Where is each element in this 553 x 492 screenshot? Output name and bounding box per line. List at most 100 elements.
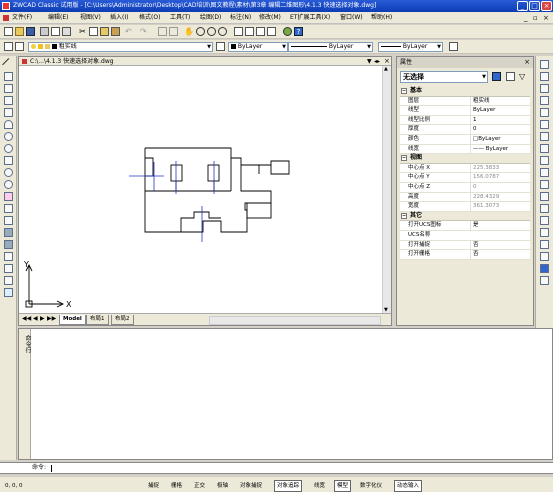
tool-palette-icon[interactable] [256,27,265,36]
property-row[interactable]: 厚度 0 [400,125,530,135]
tab-layout1[interactable]: 布局1 [86,315,109,325]
property-value[interactable]: 1 [470,115,533,125]
property-category[interactable]: − 视图 [400,154,530,164]
make-current-layer-icon[interactable] [216,42,225,51]
ellipse-arc-icon[interactable] [4,180,13,189]
polyline-icon[interactable] [4,84,13,93]
print-preview-icon[interactable] [51,27,60,36]
scale-icon[interactable] [540,144,549,153]
command-window-handle[interactable]: 命令行 [19,329,31,459]
status-toggle-button[interactable]: 模型 [334,480,352,492]
menu-edit[interactable]: 编辑(E) [48,13,68,23]
property-value[interactable]: 156.0787 [470,173,533,182]
chamfer-icon[interactable] [540,240,549,249]
menu-window[interactable]: 窗口(W) [340,13,363,23]
menu-modify[interactable]: 修改(M) [259,13,281,23]
document-icon[interactable] [3,15,9,21]
trim-icon[interactable] [540,180,549,189]
property-value[interactable]: 225.3833 [470,163,533,173]
redo-icon[interactable]: ↷ [140,27,149,36]
menu-draw[interactable]: 绘图(D) [200,13,221,23]
property-value[interactable]: 是 [470,221,533,230]
lineweight-dropdown[interactable]: ByLayer ▼ [378,42,443,52]
line-icon[interactable] [2,58,15,71]
property-row[interactable]: 线型比例 1 [400,115,533,126]
zoom-previous-icon[interactable] [218,27,227,36]
multiline-text-icon[interactable] [4,288,13,297]
mirror-icon[interactable] [540,84,549,93]
collapse-icon[interactable]: − [401,212,407,219]
document-close-icon[interactable]: × [384,57,390,66]
property-row[interactable]: 打开栅格 否 [400,250,530,260]
rotate-icon[interactable] [540,132,549,141]
calculator-icon[interactable] [283,27,292,36]
explode-icon[interactable] [540,264,549,273]
layer-previous-icon[interactable] [15,42,24,51]
properties-close-icon[interactable]: × [524,57,530,68]
point-icon[interactable] [4,216,13,225]
stretch-icon[interactable] [540,156,549,165]
properties-icon[interactable] [234,27,243,36]
command-line[interactable]: 命令: [0,462,553,474]
revision-cloud-icon[interactable] [4,144,13,153]
sheet-set-icon[interactable] [267,27,276,36]
circle-icon[interactable] [4,132,13,141]
horizontal-scrollbar[interactable] [209,316,381,325]
collapse-icon[interactable]: − [401,155,407,162]
tab-first-icon[interactable]: ◀◀ [22,315,31,322]
status-toggle-button[interactable]: 正交 [191,480,208,492]
drawing-canvas[interactable]: Y X [19,66,382,313]
menu-file[interactable]: 文件(F) [12,13,32,23]
join-icon[interactable] [540,228,549,237]
rectangle-icon[interactable] [4,108,13,117]
break-icon[interactable] [540,216,549,225]
menu-tools[interactable]: 工具(T) [170,13,190,23]
zoom-window-icon[interactable] [207,27,216,36]
new-icon[interactable] [4,27,13,36]
erase-icon[interactable] [540,60,549,69]
construction-line-icon[interactable] [4,72,13,81]
pan-hand-icon[interactable]: ✋ [184,27,194,36]
property-row[interactable]: 宽度 361.3073 [400,202,530,212]
property-row[interactable]: 颜色 □ByLayer [400,134,533,145]
property-row[interactable]: 打开UCS图标 是 [400,221,530,231]
fillet-icon[interactable] [540,252,549,261]
design-center-icon[interactable] [245,27,254,36]
hatch-icon[interactable] [4,228,13,237]
color-dropdown[interactable]: ByLayer ▼ [228,42,288,52]
selection-dropdown-arrow-icon[interactable]: ▼ [482,72,486,82]
status-toggle-button[interactable]: 数字化仪 [357,480,385,492]
gradient-icon[interactable] [4,240,13,249]
property-row[interactable]: 打开捕捉 否 [400,240,533,251]
property-value[interactable]: 否 [470,240,533,250]
property-value[interactable]: 否 [470,250,533,259]
command-history[interactable]: 命令行 [18,328,553,460]
menu-view[interactable]: 视图(V) [80,13,101,23]
menu-et-tools[interactable]: ET扩展工具(X) [290,13,330,23]
close-button[interactable]: × [541,1,552,11]
select-objects-icon[interactable] [506,72,515,81]
property-category[interactable]: − 其它 [400,211,530,222]
vertical-scrollbar[interactable]: ▲ ▼ [382,66,391,313]
tab-model[interactable]: Model [59,315,86,325]
move-icon[interactable] [540,120,549,129]
doc-close-button[interactable]: × [543,13,549,23]
property-row[interactable]: 图层 粗实线 [400,96,530,107]
doc-restore-button[interactable]: ▫ [533,13,538,23]
lengthen-icon[interactable] [540,168,549,177]
modify-more-icon[interactable] [540,276,549,285]
property-category[interactable]: − 基本 [400,87,530,97]
collapse-icon[interactable]: − [401,88,407,94]
status-toggle-button[interactable]: 线宽 [311,480,328,492]
insert-block-icon[interactable] [4,192,13,201]
status-toggle-button[interactable]: 捕捉 [145,480,162,492]
wipeout-icon[interactable] [4,264,13,273]
status-toggle-button[interactable]: 对象追踪 [274,480,303,492]
property-value[interactable]: 361.3073 [470,202,533,211]
make-block-icon[interactable] [4,204,13,213]
tab-prev-icon[interactable]: ◀ [33,315,38,322]
property-row[interactable]: 线宽 —— ByLayer [400,144,530,155]
copy-icon[interactable] [89,27,98,36]
tab-last-icon[interactable]: ▶▶ [47,315,56,322]
property-value[interactable]: □ByLayer [470,134,533,144]
